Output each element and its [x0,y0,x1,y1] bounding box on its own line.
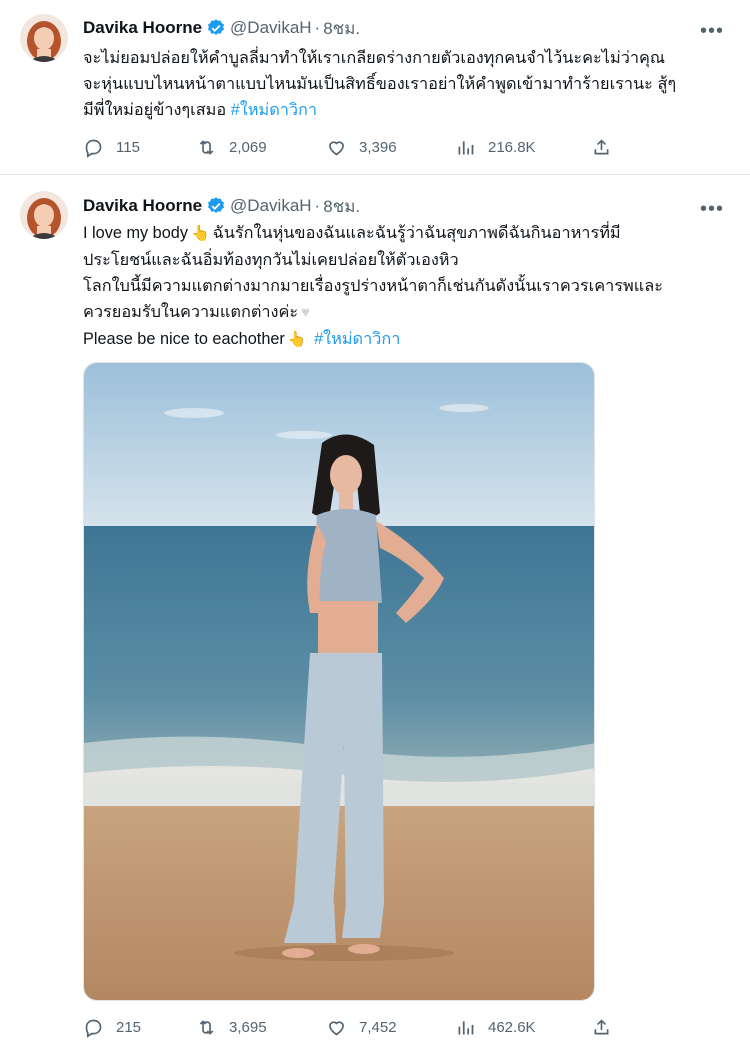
like-button[interactable]: 3,396 [326,137,397,158]
reply-icon [85,139,102,158]
views-bar-chart-icon [458,141,474,155]
reply-button[interactable]: 115 [83,137,140,158]
timestamp[interactable]: 8ชม. [323,15,360,42]
reply-count: 115 [116,139,140,156]
reply-icon [85,1019,102,1038]
share-button[interactable] [591,1017,624,1038]
tweet-2[interactable]: Davika Hoorne @DavikaH · 8ชม. ••• I love… [0,177,750,1064]
retweet-button[interactable]: 3,695 [196,1017,267,1038]
text-segment: Please be nice to eachother [83,330,285,348]
retweet-count: 3,695 [229,1019,267,1036]
avatar[interactable] [20,14,68,62]
hashtag-link[interactable]: #ใหม่ดาวิกา [314,330,400,348]
display-name[interactable]: Davika Hoorne [83,18,202,38]
text-segment: มีพี่ใหม่อยู่ข้างๆเสมอ [83,101,227,119]
reply-button[interactable]: 215 [83,1017,141,1038]
views-button[interactable]: 462.6K [455,1017,536,1038]
views-bar-chart-icon [458,1021,474,1035]
tweet-text: I love my body 👆 ฉันรักในหุ่นของฉันและฉันร… [83,220,723,353]
text-line: จะไม่ยอมปล่อยให้คำบูลลี่มาทำให้เราเกลียด… [83,49,666,67]
heart-icon [329,1021,344,1036]
avatar[interactable] [20,191,68,239]
text-line: Please be nice to eachother 👆 #ใหม่ดาวิกา [83,326,723,353]
display-name[interactable]: Davika Hoorne [83,196,202,216]
pointing-hand-emoji: 👆 [287,331,307,348]
tweet-actions: 115 2,069 3,396 216.8K [83,137,623,161]
view-count: 216.8K [488,139,536,156]
white-heart-emoji: ♥ [301,304,311,321]
text-line: มีพี่ใหม่อยู่ข้างๆเสมอ #ใหม่ดาวิกา [83,97,723,123]
retweet-icon [199,140,214,155]
text-segment: ฉันรักในหุ่นของฉันและฉันรู้ว่าฉันสุขภาพด… [212,224,621,242]
share-icon [594,1019,609,1035]
beach-photo-image [84,363,594,1000]
text-line: โลกใบนี้มีความแตกต่างมากมายเรื่องรูปร่าง… [83,277,663,295]
share-button[interactable] [591,137,624,158]
view-count: 462.6K [488,1019,536,1036]
tweet-header: Davika Hoorne @DavikaH · 8ชม. [83,16,360,40]
tweet-header: Davika Hoorne @DavikaH · 8ชม. [83,194,360,218]
tweet-text: จะไม่ยอมปล่อยให้คำบูลลี่มาทำให้เราเกลียด… [83,45,723,123]
like-button[interactable]: 7,452 [326,1017,397,1038]
user-handle[interactable]: @DavikaH [230,196,312,216]
avatar-image [20,14,68,62]
tweet-1[interactable]: Davika Hoorne @DavikaH · 8ชม. ••• จะไม่ย… [0,0,750,175]
verified-badge-icon [206,18,226,38]
timestamp[interactable]: 8ชม. [323,193,360,220]
text-segment: ควรยอมรับในความแตกต่างค่ะ [83,303,299,321]
retweet-button[interactable]: 2,069 [196,137,267,158]
text-line: ประโยชน์และฉันอิ่มท้องทุกวันไม่เคยปล่อยใ… [83,251,459,269]
views-button[interactable]: 216.8K [455,137,536,158]
user-handle[interactable]: @DavikaH [230,18,312,38]
more-dots-icon[interactable]: ••• [700,21,724,41]
separator-dot: · [314,18,321,37]
verified-badge-icon [206,196,226,216]
like-count: 7,452 [359,1019,397,1036]
separator-dot: · [314,196,321,215]
text-segment: I love my body [83,224,188,242]
heart-icon [329,141,344,156]
retweet-icon [199,1020,214,1035]
avatar-image [20,191,68,239]
hashtag-link[interactable]: #ใหม่ดาวิกา [231,101,317,119]
tweet-actions: 215 3,695 7,452 462.6K [83,1017,623,1041]
retweet-count: 2,069 [229,139,267,156]
pointing-hand-emoji: 👆 [190,225,210,242]
share-icon [594,139,609,155]
text-line: I love my body 👆 ฉันรักในหุ่นของฉันและฉันร… [83,220,723,247]
text-line: ควรยอมรับในความแตกต่างค่ะ ♥ [83,299,723,326]
more-dots-icon[interactable]: ••• [700,199,724,219]
tweet-photo[interactable] [83,362,595,1001]
like-count: 3,396 [359,139,397,156]
text-line: จะหุ่นแบบไหนหน้าตาแบบไหนมันเป็นสิทธิ์ของ… [83,75,677,93]
reply-count: 215 [116,1019,142,1036]
